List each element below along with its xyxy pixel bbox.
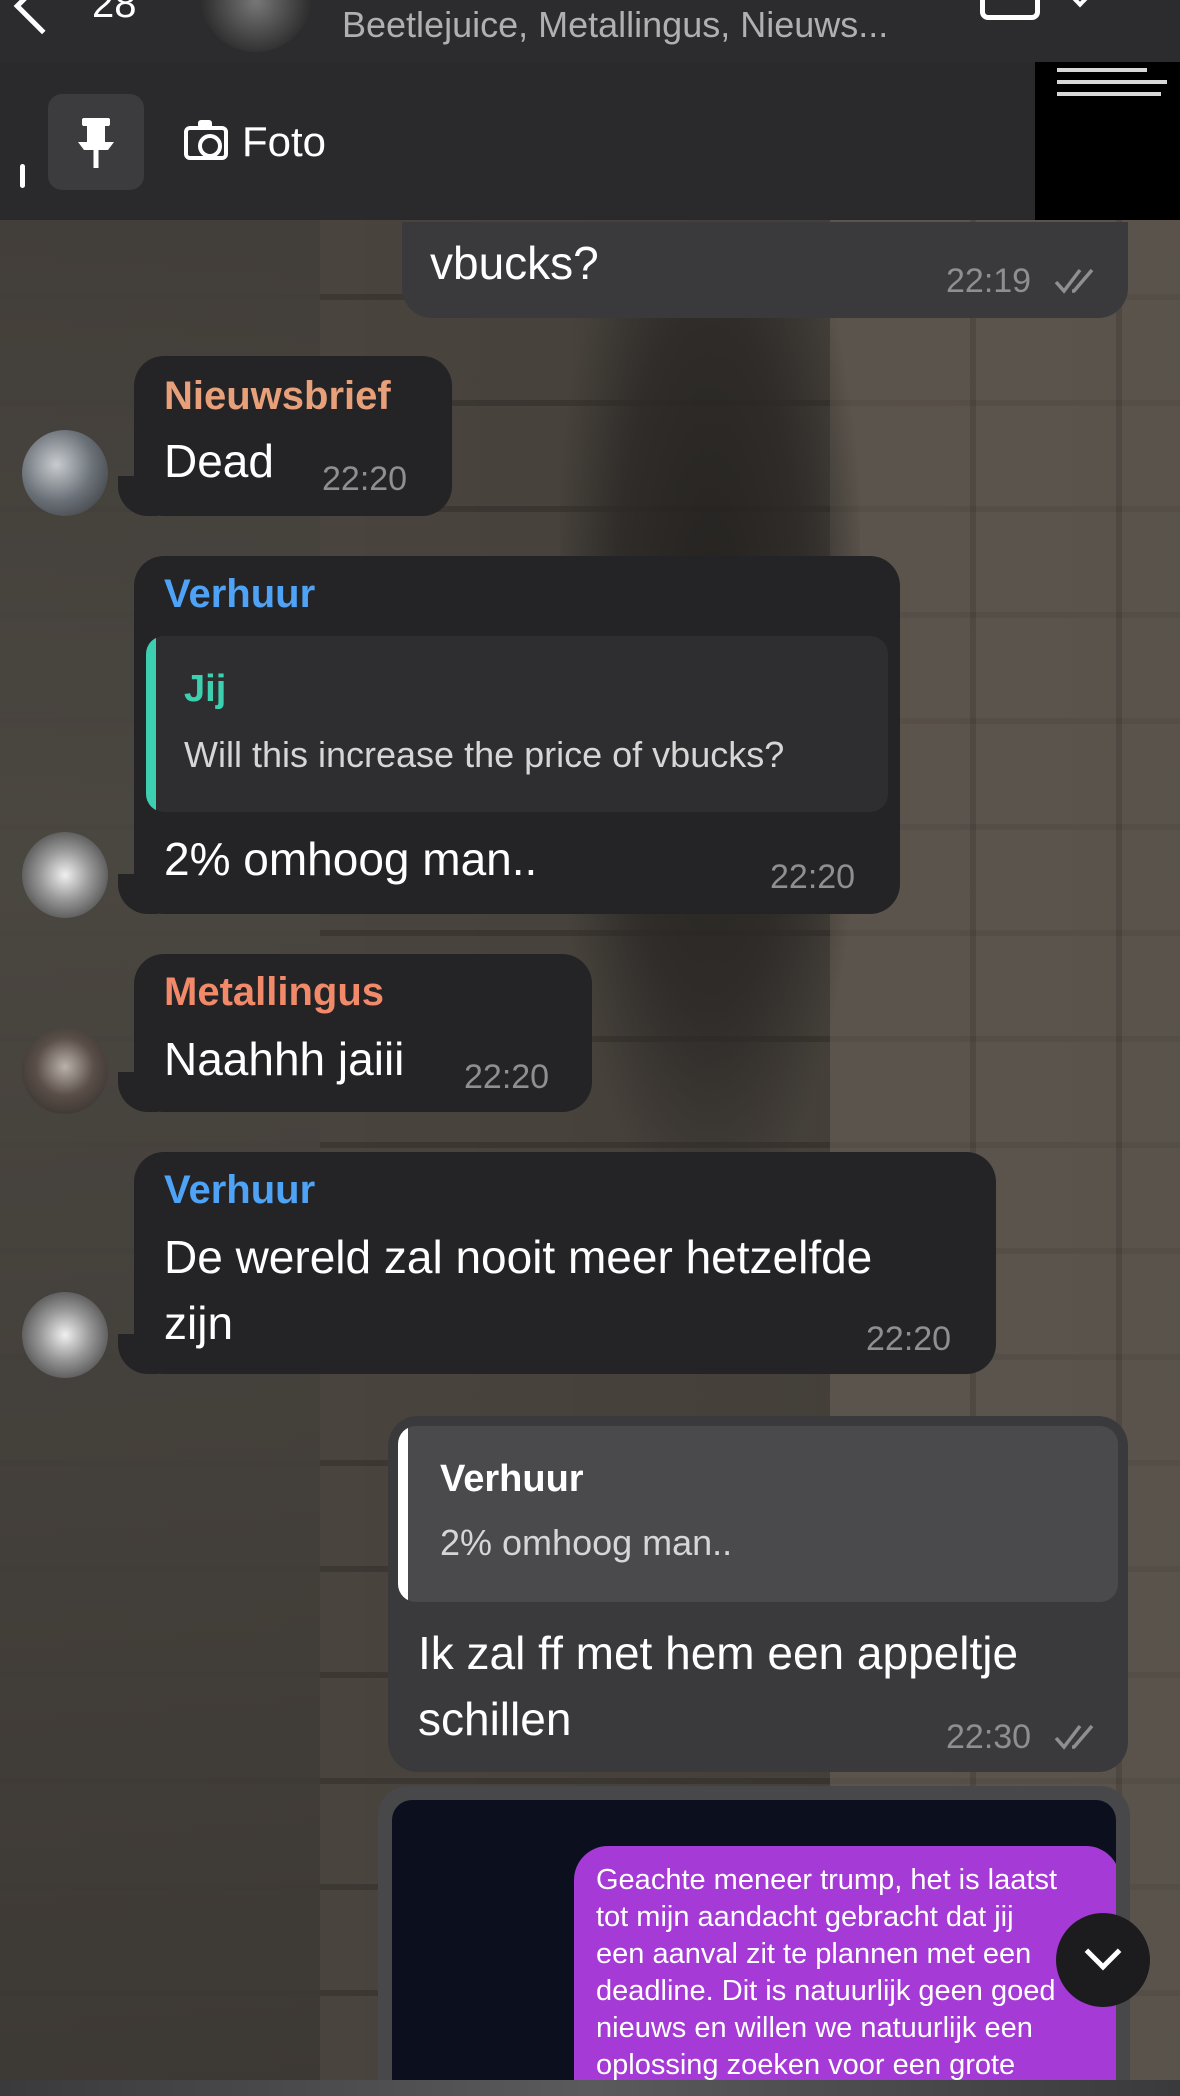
message-timestamp: 22:20 [322,460,408,498]
message-timestamp: 22:20 [464,1058,550,1096]
message-text-line: Ik zal ff met hem een appeltje [418,1627,1019,1679]
pinned-indicator [20,164,25,188]
sender-name[interactable]: Metallingus [164,970,384,1015]
video-call-icon[interactable] [980,0,1040,20]
screenshot-text: Geachte meneer trump, het is laatst tot … [596,1864,1057,2081]
message-text: Naahhh jaiii [164,1033,405,1085]
message-text-line: schillen [418,1693,572,1745]
pinned-message-bar[interactable] [0,62,1035,220]
read-checkmarks-icon [1054,268,1094,294]
quoted-text: Will this increase the price of vbucks? [184,734,785,775]
avatar[interactable] [22,832,108,918]
message-timestamp: 22:20 [770,858,856,896]
pin-icon [78,118,114,168]
sender-name[interactable]: Verhuur [164,572,315,617]
sender-name[interactable]: Nieuwsbrief [164,374,391,419]
quote-accent-bar [146,636,156,812]
scroll-to-bottom-button[interactable] [1056,1913,1150,2007]
message-timestamp: 22:30 [946,1718,1032,1756]
image-message[interactable]: Geachte meneer trump, het is laatst tot … [378,1786,1130,2096]
chevron-down-icon[interactable] [1068,0,1092,8]
avatar[interactable] [22,1028,108,1114]
message-timestamp: 22:19 [946,262,1032,300]
quoted-sender-name: Verhuur [440,1458,584,1500]
bubble-tail [118,1072,158,1112]
quoted-text: 2% omhoog man.. [440,1522,733,1563]
bubble-tail [118,1334,158,1374]
bubble-tail [118,476,158,516]
back-unread-count[interactable]: 28 [92,0,137,27]
bubble-tail [118,874,158,914]
message-text: Dead [164,435,274,487]
quoted-message[interactable]: Verhuur 2% omhoog man.. [398,1426,1118,1602]
bottom-edge [0,2080,1180,2096]
avatar[interactable] [22,1292,108,1378]
image-content: Geachte meneer trump, het is laatst tot … [392,1800,1116,2096]
camera-icon [184,120,228,160]
message-text-line: zijn [164,1297,234,1349]
sender-name[interactable]: Verhuur [164,1168,315,1213]
message-text-line: De wereld zal nooit meer hetzelfde [164,1231,873,1283]
group-members-subtitle[interactable]: Beetlejuice, Metallingus, Nieuws... [342,4,888,46]
message-timestamp: 22:20 [866,1320,952,1358]
quote-accent-bar [398,1426,408,1602]
read-checkmarks-icon [1054,1724,1094,1750]
quoted-sender-name: Jij [184,668,227,710]
screenshot-text-bubble: Geachte meneer trump, het is laatst tot … [574,1846,1116,2096]
chevron-down-icon [1084,1933,1122,1971]
pinned-message-label: Foto [242,118,327,165]
quoted-message[interactable]: Jij Will this increase the price of vbuc… [146,636,888,812]
back-arrow-icon[interactable] [13,0,71,35]
group-avatar[interactable] [200,0,312,52]
avatar[interactable] [22,430,108,516]
message-text: vbucks? [430,237,599,289]
message-text: 2% omhoog man.. [164,833,538,885]
chat-header: 28 Beetlejuice, Metallingus, Nieuws... [0,0,1180,62]
pinned-thumbnail[interactable] [1035,62,1180,220]
pin-button[interactable] [48,94,144,190]
